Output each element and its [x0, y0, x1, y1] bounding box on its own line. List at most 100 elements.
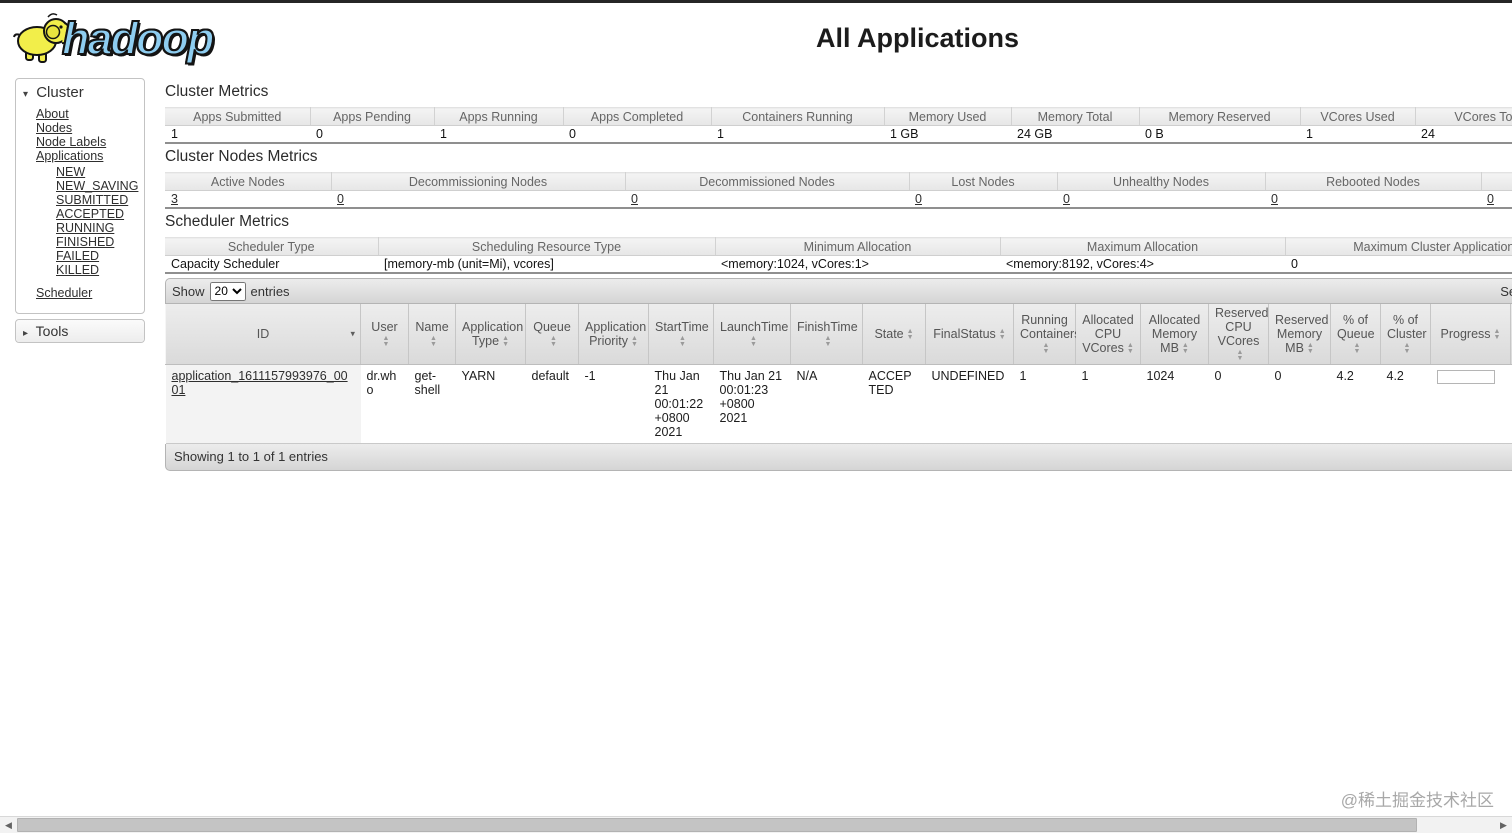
column-header-id[interactable]: ID ▾	[165, 304, 361, 365]
vcores-used-value: 1	[1300, 125, 1415, 144]
decommissioned-nodes-link[interactable]: 0	[631, 192, 638, 206]
sidebar-item-scheduler[interactable]: Scheduler	[36, 286, 92, 300]
sidebar-item-state-submitted[interactable]: SUBMITTED	[56, 193, 128, 207]
column-header: VCores Total	[1415, 107, 1512, 126]
column-header: Decommissioning Nodes	[331, 172, 626, 191]
column-header-queue[interactable]: Queue ▲ ▼	[525, 304, 579, 365]
entries-label: entries	[250, 283, 290, 299]
sort-both-icon: ▲ ▼	[1126, 341, 1134, 355]
sidebar-item-node-labels[interactable]: Node Labels	[36, 135, 106, 149]
page-size-select[interactable]: 20	[209, 281, 246, 301]
sort-both-icon: ▲ ▼	[550, 334, 557, 348]
column-header-finishtime[interactable]: FinishTime ▲ ▼	[790, 304, 863, 365]
unhealthy-nodes-link[interactable]: 0	[1063, 192, 1070, 206]
list-item: SUBMITTED	[56, 193, 140, 207]
list-item: NEW	[56, 165, 140, 179]
column-header: Apps Completed	[563, 107, 712, 126]
list-item: About	[36, 107, 140, 121]
lost-nodes-link[interactable]: 0	[915, 192, 922, 206]
sidebar-item-state-accepted[interactable]: ACCEPTED	[56, 207, 124, 221]
sidebar: ▾ Cluster About Nodes Node Labels Applic…	[15, 78, 145, 348]
column-header: Maximum Allocation	[1000, 237, 1286, 256]
sidebar-item-state-finished[interactable]: FINISHED	[56, 235, 114, 249]
column-header-allocated-cpu-vcores[interactable]: Allocated CPU VCores ▲ ▼	[1075, 304, 1141, 365]
scroll-right-arrow-icon[interactable]: ▶	[1495, 817, 1512, 833]
sidebar-item-state-new[interactable]: NEW	[56, 165, 85, 179]
cluster-section-toggle[interactable]: ▾ Cluster	[16, 79, 144, 106]
column-header: Lost Nodes	[909, 172, 1058, 191]
active-nodes-link[interactable]: 3	[171, 192, 178, 206]
main-content: Cluster Metrics Apps Submitted Apps Pend…	[165, 78, 1512, 471]
application-row: application_1611157993976_0001 dr.who ge…	[165, 364, 1512, 444]
cluster-metrics-heading: Cluster Metrics	[165, 83, 269, 100]
column-header-application-type[interactable]: Application Type ▲ ▼	[455, 304, 526, 365]
application-priority-cell: -1	[578, 364, 649, 444]
applications-table: ID ▾ User ▲ ▼ Name ▲ ▼ Application Type ▲ ▼ Que…	[165, 304, 1512, 444]
name-cell: get-shell	[408, 364, 456, 444]
column-header-finalstatus[interactable]: FinalStatus ▲ ▼	[925, 304, 1014, 365]
sidebar-item-nodes[interactable]: Nodes	[36, 121, 72, 135]
tools-panel: ▸ Tools	[15, 319, 145, 343]
column-header: Scheduler Type	[165, 237, 379, 256]
sidebar-item-state-running[interactable]: RUNNING	[56, 221, 114, 235]
column-header: Minimum Allocation	[715, 237, 1001, 256]
allocated-memory-mb-cell: 1024	[1140, 364, 1209, 444]
column-header-state[interactable]: State ▲ ▼	[862, 304, 926, 365]
column-header: Apps Pending	[310, 107, 435, 126]
table-row: Capacity Scheduler [memory-mb (unit=Mi),…	[165, 255, 1512, 274]
column-header-pct-of-cluster[interactable]: % of Cluster ▲ ▼	[1380, 304, 1431, 365]
launchtime-cell: Thu Jan 21 00:01:23 +0800 2021	[713, 364, 791, 444]
triangle-right-icon: ▸	[23, 328, 29, 339]
tools-section-toggle[interactable]: ▸ Tools	[16, 320, 144, 342]
cluster-panel: ▾ Cluster About Nodes Node Labels Applic…	[15, 78, 145, 314]
scheduler-metrics-table: Scheduler Type Scheduling Resource Type …	[165, 237, 1512, 274]
sidebar-item-state-new-saving[interactable]: NEW_SAVING	[56, 179, 138, 193]
column-header: Active Nodes	[165, 172, 332, 191]
page-title: All Applications	[815, 23, 1019, 53]
sidebar-item-about[interactable]: About	[36, 107, 69, 121]
apps-pending-value: 0	[310, 125, 434, 144]
column-header-running-containers[interactable]: Running Containers ▲ ▼	[1013, 304, 1080, 365]
rebooted-nodes-link[interactable]: 0	[1271, 192, 1278, 206]
column-header-reserved-cpu-vcores[interactable]: Reserved CPU VCores ▲ ▼	[1208, 304, 1269, 365]
column-header-starttime[interactable]: StartTime ▲ ▼	[648, 304, 714, 365]
sort-both-icon: ▲ ▼	[1353, 341, 1361, 355]
scrollbar-thumb[interactable]	[17, 818, 1417, 832]
column-header-application-priority[interactable]: Application Priority ▲ ▼	[578, 304, 649, 365]
maximum-allocation-value: <memory:8192, vCores:4>	[1000, 255, 1285, 274]
column-header: Unhealthy Nodes	[1057, 172, 1266, 191]
sidebar-item-state-failed[interactable]: FAILED	[56, 249, 99, 263]
starttime-cell: Thu Jan 21 00:01:22 +0800 2021	[648, 364, 714, 444]
decommissioning-nodes-link[interactable]: 0	[337, 192, 344, 206]
column-header-allocated-memory-mb[interactable]: Allocated Memory MB ▲ ▼	[1140, 304, 1209, 365]
watermark: @稀土掘金技术社区	[1340, 791, 1494, 810]
cluster-nodes-metrics-heading: Cluster Nodes Metrics	[165, 148, 318, 165]
allocated-cpu-vcores-cell: 1	[1075, 364, 1141, 444]
cluster-metrics-table: Apps Submitted Apps Pending Apps Running…	[165, 107, 1512, 144]
nodes-link[interactable]: 0	[1487, 192, 1494, 206]
column-header-user[interactable]: User ▲ ▼	[360, 304, 409, 365]
column-header: Apps Running	[434, 107, 564, 126]
list-item: Scheduler	[36, 286, 140, 300]
apps-completed-value: 0	[563, 125, 711, 144]
user-cell: dr.who	[360, 364, 409, 444]
sidebar-item-applications[interactable]: Applications	[36, 149, 103, 163]
list-item: Nodes	[36, 121, 140, 135]
column-header-pct-of-queue[interactable]: % of Queue ▲ ▼	[1330, 304, 1381, 365]
column-header-name[interactable]: Name ▲ ▼	[408, 304, 456, 365]
sidebar-item-state-killed[interactable]: KILLED	[56, 263, 99, 277]
scroll-left-arrow-icon[interactable]: ◀	[0, 817, 17, 833]
sort-both-icon: ▲ ▼	[630, 334, 638, 348]
column-header: Scheduling Resource Type	[378, 237, 716, 256]
column-header-reserved-memory-mb[interactable]: Reserved Memory MB ▲ ▼	[1268, 304, 1331, 365]
column-header-progress[interactable]: Progress ▲ ▼	[1430, 304, 1511, 365]
sort-both-icon: ▲ ▼	[1403, 341, 1411, 355]
cluster-section-label: Cluster	[36, 84, 84, 101]
list-item: FAILED	[56, 249, 140, 263]
pct-of-queue-cell: 4.2	[1330, 364, 1381, 444]
horizontal-scrollbar[interactable]: ◀ ▶	[0, 816, 1512, 833]
column-header: Memory Reserved	[1139, 107, 1301, 126]
application-type-cell: YARN	[455, 364, 526, 444]
column-header-launchtime[interactable]: LaunchTime ▲ ▼	[713, 304, 791, 365]
application-id-link[interactable]: application_1611157993976_0001	[172, 369, 348, 397]
